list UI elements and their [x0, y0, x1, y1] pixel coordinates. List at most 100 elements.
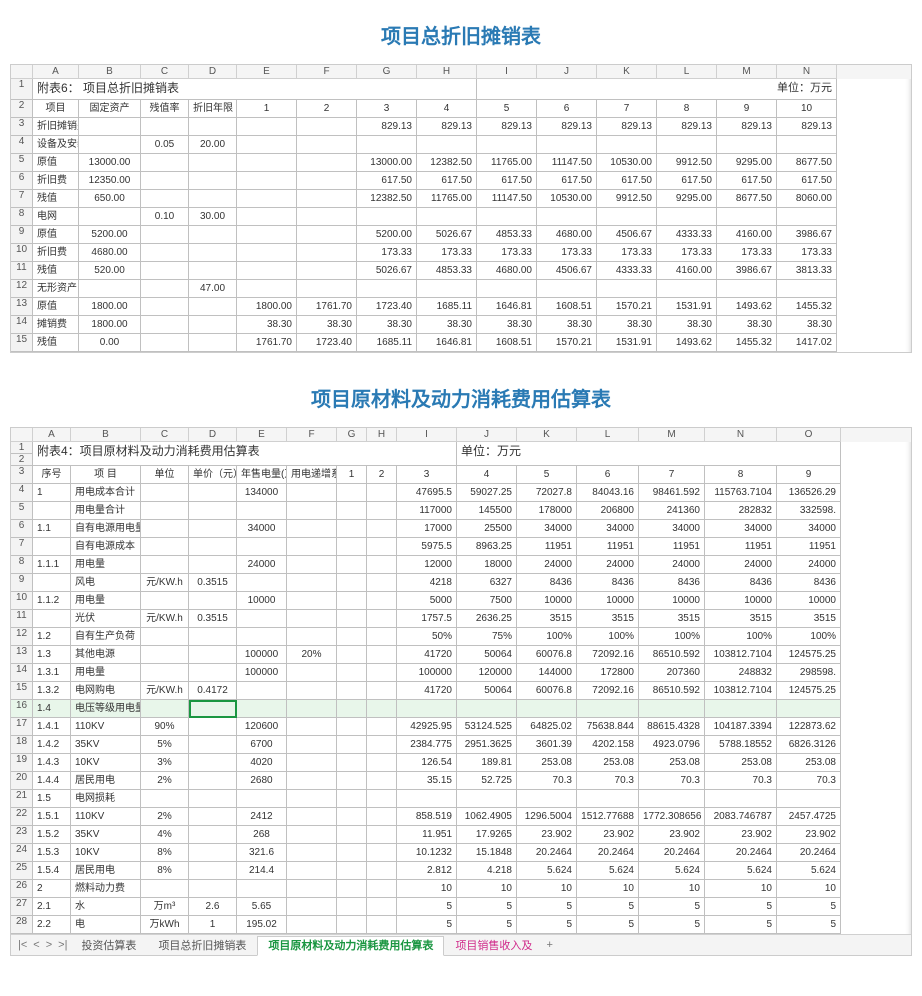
- table-cell[interactable]: 万kWh: [141, 916, 189, 934]
- table-cell[interactable]: 120600: [237, 718, 287, 736]
- table-cell[interactable]: 5026.67: [357, 262, 417, 280]
- table-cell[interactable]: 17.9265: [457, 826, 517, 844]
- table-cell[interactable]: [189, 316, 237, 334]
- table-cell[interactable]: [237, 790, 287, 808]
- table-cell[interactable]: 100%: [517, 628, 577, 646]
- table-cell[interactable]: [287, 556, 337, 574]
- table-cell[interactable]: [237, 226, 297, 244]
- table-cell[interactable]: [537, 208, 597, 226]
- table-cell[interactable]: 1417.02: [777, 334, 837, 352]
- table-cell[interactable]: [337, 880, 367, 898]
- table-cell[interactable]: [189, 244, 237, 262]
- table-cell[interactable]: [189, 172, 237, 190]
- table-cell[interactable]: 2680: [237, 772, 287, 790]
- table-cell[interactable]: [141, 628, 189, 646]
- table-cell[interactable]: [79, 118, 141, 136]
- table-cell[interactable]: 5: [577, 916, 639, 934]
- table-cell[interactable]: 5200.00: [357, 226, 417, 244]
- table-cell[interactable]: [189, 754, 237, 772]
- table-cell[interactable]: 34000: [639, 520, 705, 538]
- table-cell[interactable]: 34000: [237, 520, 287, 538]
- table-cell[interactable]: 829.13: [717, 118, 777, 136]
- table-cell[interactable]: 10000: [777, 592, 841, 610]
- table-cell[interactable]: 1.4.3: [33, 754, 71, 772]
- table-cell[interactable]: [189, 154, 237, 172]
- table-cell[interactable]: 3515: [705, 610, 777, 628]
- table-cell[interactable]: 1570.21: [597, 298, 657, 316]
- table-cell[interactable]: 1608.51: [477, 334, 537, 352]
- table-cell[interactable]: 10000: [639, 592, 705, 610]
- table-cell[interactable]: 1.5.2: [33, 826, 71, 844]
- table-cell[interactable]: 4333.33: [597, 262, 657, 280]
- table-cell[interactable]: 829.13: [417, 118, 477, 136]
- table-cell[interactable]: 241360: [639, 502, 705, 520]
- table-cell[interactable]: 60076.8: [517, 646, 577, 664]
- table-cell[interactable]: 1.3: [33, 646, 71, 664]
- table-cell[interactable]: 风电: [71, 574, 141, 592]
- table-cell[interactable]: [337, 520, 367, 538]
- table-cell[interactable]: 38.30: [477, 316, 537, 334]
- table-cell[interactable]: [287, 718, 337, 736]
- table-cell[interactable]: [141, 484, 189, 502]
- table-cell[interactable]: 24000: [577, 556, 639, 574]
- table-cell[interactable]: 110KV: [71, 808, 141, 826]
- table-cell[interactable]: [367, 898, 397, 916]
- table-cell[interactable]: [141, 244, 189, 262]
- table-cell[interactable]: [33, 502, 71, 520]
- table-cell[interactable]: [287, 520, 337, 538]
- table-cell[interactable]: [477, 280, 537, 298]
- table-cell[interactable]: 自有生产负荷: [71, 628, 141, 646]
- table-cell[interactable]: 829.13: [477, 118, 537, 136]
- table-cell[interactable]: [705, 790, 777, 808]
- table-cell[interactable]: [297, 172, 357, 190]
- table-cell[interactable]: 1646.81: [477, 298, 537, 316]
- table-cell[interactable]: 5200.00: [79, 226, 141, 244]
- table-cell[interactable]: 4160.00: [657, 262, 717, 280]
- table-cell[interactable]: [287, 574, 337, 592]
- table-cell[interactable]: [141, 556, 189, 574]
- table-cell[interactable]: [657, 280, 717, 298]
- table-cell[interactable]: 原值: [33, 154, 79, 172]
- table-cell[interactable]: 13000.00: [357, 154, 417, 172]
- table-cell[interactable]: 34000: [577, 520, 639, 538]
- table-cell[interactable]: 2.1: [33, 898, 71, 916]
- table-cell[interactable]: [517, 700, 577, 718]
- table-cell[interactable]: 10000: [237, 592, 287, 610]
- table-cell[interactable]: [237, 208, 297, 226]
- sheet1-grid[interactable]: 1附表6： 项目总折旧摊销表单位：万元2项目固定资产残值率折旧年限1234567…: [11, 79, 911, 352]
- table-cell[interactable]: 1.2: [33, 628, 71, 646]
- table-cell[interactable]: [337, 484, 367, 502]
- table-cell[interactable]: 电网损耗: [71, 790, 141, 808]
- table-cell[interactable]: 2%: [141, 808, 189, 826]
- table-cell[interactable]: [189, 880, 237, 898]
- table-cell[interactable]: 5788.18552: [705, 736, 777, 754]
- table-cell[interactable]: [367, 772, 397, 790]
- table-cell[interactable]: 103812.7104: [705, 682, 777, 700]
- table-cell[interactable]: 72092.16: [577, 646, 639, 664]
- table-cell[interactable]: 10: [777, 880, 841, 898]
- table-cell[interactable]: 34000: [517, 520, 577, 538]
- table-cell[interactable]: [141, 520, 189, 538]
- table-cell[interactable]: [237, 880, 287, 898]
- table-cell[interactable]: 650.00: [79, 190, 141, 208]
- table-cell[interactable]: [337, 808, 367, 826]
- worksheet-tab[interactable]: 投资估算表: [70, 936, 147, 956]
- table-cell[interactable]: [237, 136, 297, 154]
- table-cell[interactable]: [189, 700, 237, 718]
- table-cell[interactable]: 2.6: [189, 898, 237, 916]
- table-cell[interactable]: 11951: [577, 538, 639, 556]
- table-cell[interactable]: 1757.5: [397, 610, 457, 628]
- table-cell[interactable]: 1.4.2: [33, 736, 71, 754]
- table-cell[interactable]: 0.05: [141, 136, 189, 154]
- table-cell[interactable]: 3515: [639, 610, 705, 628]
- table-cell[interactable]: 10530.00: [537, 190, 597, 208]
- table-cell[interactable]: [287, 754, 337, 772]
- table-cell[interactable]: [337, 916, 367, 934]
- table-cell[interactable]: [367, 736, 397, 754]
- table-cell[interactable]: [287, 772, 337, 790]
- table-cell[interactable]: [367, 862, 397, 880]
- table-cell[interactable]: 4%: [141, 826, 189, 844]
- table-cell[interactable]: 12382.50: [417, 154, 477, 172]
- table-cell[interactable]: 38.30: [657, 316, 717, 334]
- table-cell[interactable]: [417, 280, 477, 298]
